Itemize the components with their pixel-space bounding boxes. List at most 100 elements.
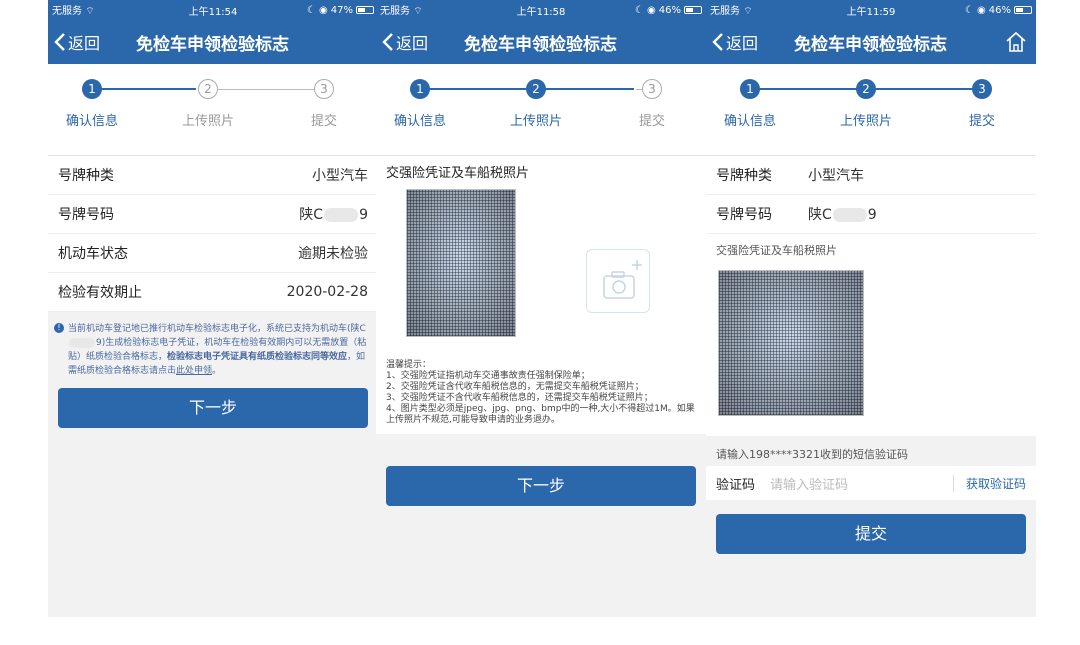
row-value: 小型汽车 — [312, 168, 368, 184]
row-value: 陕C 9 — [808, 207, 877, 223]
info-row-plate-number: 号牌号码 陕C 9 — [48, 195, 378, 234]
info-row-plate-type: 号牌种类 小型汽车 — [48, 156, 378, 195]
tip-line: 3、交强险凭证不含代收车船税信息的，还需提交车船税凭证照片； — [386, 393, 653, 403]
progress-stepper: 1 2 3 确认信息 上传照片 提交 — [376, 64, 706, 156]
top-bar: 无服务 ⌔ 上午11:59 ☾ ◉ 46% 返回 免检车申领检验标志 — [706, 0, 1036, 64]
row-key: 号牌种类 — [58, 168, 114, 184]
redaction-mask — [324, 208, 359, 222]
step-dot-2: 2 — [198, 79, 218, 99]
tips-title: 温馨提示： — [386, 360, 432, 370]
progress-stepper: 1 2 3 确认信息 上传照片 提交 — [706, 64, 1036, 156]
step-dot-2: 2 — [856, 79, 876, 99]
redaction-mask — [832, 208, 867, 222]
row-key: 机动车状态 — [58, 246, 128, 262]
upload-tips: 温馨提示： 1、交强险凭证指机动车交通事故责任强制保险单； 2、交强险凭证含代收… — [376, 356, 706, 434]
back-button[interactable]: 返回 — [48, 30, 140, 54]
step-label-2: 上传照片 — [181, 114, 234, 129]
info-icon: ! — [54, 323, 64, 333]
submit-button[interactable]: 提交 — [716, 514, 1026, 554]
step-label-1: 确认信息 — [65, 114, 118, 129]
step-dot-3: 3 — [642, 79, 662, 99]
photo-section-label: 交强险凭证及车船税照片 — [706, 234, 1036, 266]
step-label-2: 上传照片 — [839, 114, 892, 129]
step-dot-1: 1 — [82, 79, 102, 99]
step-label-2: 上传照片 — [509, 114, 562, 129]
nav-bar: 返回 免检车申领检验标志 — [48, 20, 378, 64]
screenshot-collage: 无服务 ⌔ 上午11:54 ☾ ◉ 47% 返回 免检车申领检验标志 1 2 3 … — [0, 0, 1080, 645]
chevron-left-icon — [712, 33, 723, 51]
page-title: 免检车申领检验标志 — [794, 34, 947, 55]
tip-line: 4、图片类型必须是jpeg、jpg、png、bmp中的一种,大小不得超过1M。如… — [386, 404, 695, 425]
step-label-3: 提交 — [968, 114, 995, 129]
step-label-1: 确认信息 — [393, 114, 446, 129]
nav-bar: 返回 免检车申领检验标志 — [706, 20, 1036, 64]
battery-icon — [684, 6, 702, 14]
info-row-plate-type: 号牌种类 小型汽车 — [706, 156, 1036, 195]
step-label-3: 提交 — [638, 114, 665, 129]
nav-bar: 返回 免检车申领检验标志 — [376, 20, 706, 64]
verification-code-input[interactable]: 请输入验证码 — [770, 474, 953, 493]
phone-screen-submit: 无服务 ⌔ 上午11:59 ☾ ◉46% 返回 免检车申领检验标志 1 2 3 — [706, 0, 1036, 617]
photo-preview-area — [706, 266, 1036, 436]
apply-paper-link[interactable]: 此处申领 — [176, 366, 212, 376]
battery-icon — [1014, 6, 1032, 14]
row-key: 检验有效期止 — [58, 285, 142, 301]
row-key: 号牌种类 — [716, 168, 772, 184]
phone-screen-upload-photo: 无服务 ⌔ 上午11:58 ☾ ◉ 46% 返回 免检车申领检验标志 1 2 3 … — [376, 0, 706, 617]
chevron-left-icon — [382, 33, 393, 51]
uploaded-insurance-photo[interactable] — [718, 270, 864, 416]
row-value: 逾期未检验 — [298, 246, 368, 262]
row-key: 号牌号码 — [58, 207, 114, 223]
status-bar: 无服务 ⌔ 上午11:54 ☾ ◉ 47% — [48, 0, 378, 20]
step-dot-3: 3 — [972, 79, 992, 99]
top-bar: 无服务 ⌔ 上午11:58 ☾ ◉ 46% 返回 免检车申领检验标志 — [376, 0, 706, 64]
step-dot-1: 1 — [410, 79, 430, 99]
status-time: 上午11:59 — [846, 6, 896, 18]
step-line-2 — [216, 89, 322, 90]
info-row-vehicle-status: 机动车状态 逾期未检验 — [48, 234, 378, 273]
step-dot-3: 3 — [314, 79, 334, 99]
chevron-left-icon — [54, 33, 65, 51]
step-label-3: 提交 — [310, 114, 337, 129]
status-time: 上午11:58 — [516, 6, 566, 18]
row-key: 号牌号码 — [716, 207, 772, 223]
get-code-button[interactable]: 获取验证码 — [952, 474, 1026, 492]
back-label: 返回 — [726, 34, 759, 53]
battery-icon — [356, 6, 374, 14]
next-button[interactable]: 下一步 — [58, 388, 368, 428]
back-label: 返回 — [396, 34, 429, 53]
photo-upload-area — [376, 181, 706, 356]
back-label: 返回 — [68, 34, 101, 53]
status-time: 上午11:54 — [188, 6, 238, 18]
code-label: 验证码 — [716, 477, 756, 493]
page-title: 免检车申领检验标志 — [136, 34, 289, 55]
page-title: 免检车申领检验标志 — [464, 34, 617, 55]
info-row-expiry-date: 检验有效期止 2020-02-28 — [48, 273, 378, 312]
step-line-1 — [92, 88, 196, 90]
sms-hint: 请输入198****3321收到的短信验证码 — [706, 436, 1036, 466]
uploaded-insurance-photo[interactable] — [406, 189, 516, 337]
e-certificate-notice: ! 当前机动车登记地已推行机动车检验标志电子化，系统已支持为机动车(陕C9)生成… — [48, 312, 378, 388]
tip-line: 1、交强险凭证指机动车交通事故责任强制保险单； — [386, 371, 590, 381]
camera-add-icon — [603, 260, 642, 299]
back-button[interactable]: 返回 — [706, 30, 798, 54]
verification-code-row: 验证码 请输入验证码 获取验证码 — [706, 466, 1036, 500]
redaction-mask — [69, 337, 95, 348]
step-label-1: 确认信息 — [723, 114, 776, 129]
back-button[interactable]: 返回 — [376, 30, 468, 54]
status-bar: 无服务 ⌔ 上午11:58 ☾ ◉ 46% — [376, 0, 706, 20]
info-row-plate-number: 号牌号码 陕C 9 — [706, 195, 1036, 234]
top-bar: 无服务 ⌔ 上午11:54 ☾ ◉ 47% 返回 免检车申领检验标志 — [48, 0, 378, 64]
tip-line: 2、交强险凭证含代收车船税信息的，无需提交车船税凭证照片； — [386, 382, 644, 392]
row-value: 陕C 9 — [299, 207, 368, 223]
add-photo-button[interactable] — [586, 249, 650, 313]
phone-screen-confirm-info: 无服务 ⌔ 上午11:54 ☾ ◉ 47% 返回 免检车申领检验标志 1 2 3 … — [48, 0, 378, 617]
row-value: 小型汽车 — [808, 168, 864, 184]
step-dot-1: 1 — [740, 79, 760, 99]
next-button[interactable]: 下一步 — [386, 466, 696, 506]
home-icon[interactable] — [1004, 30, 1028, 54]
status-bar: 无服务 ⌔ 上午11:59 ☾ ◉ 46% — [706, 0, 1036, 20]
section-title: 交强险凭证及车船税照片 — [376, 156, 706, 181]
row-value: 2020-02-28 — [286, 284, 368, 300]
progress-stepper: 1 2 3 确认信息 上传照片 提交 — [48, 64, 378, 156]
